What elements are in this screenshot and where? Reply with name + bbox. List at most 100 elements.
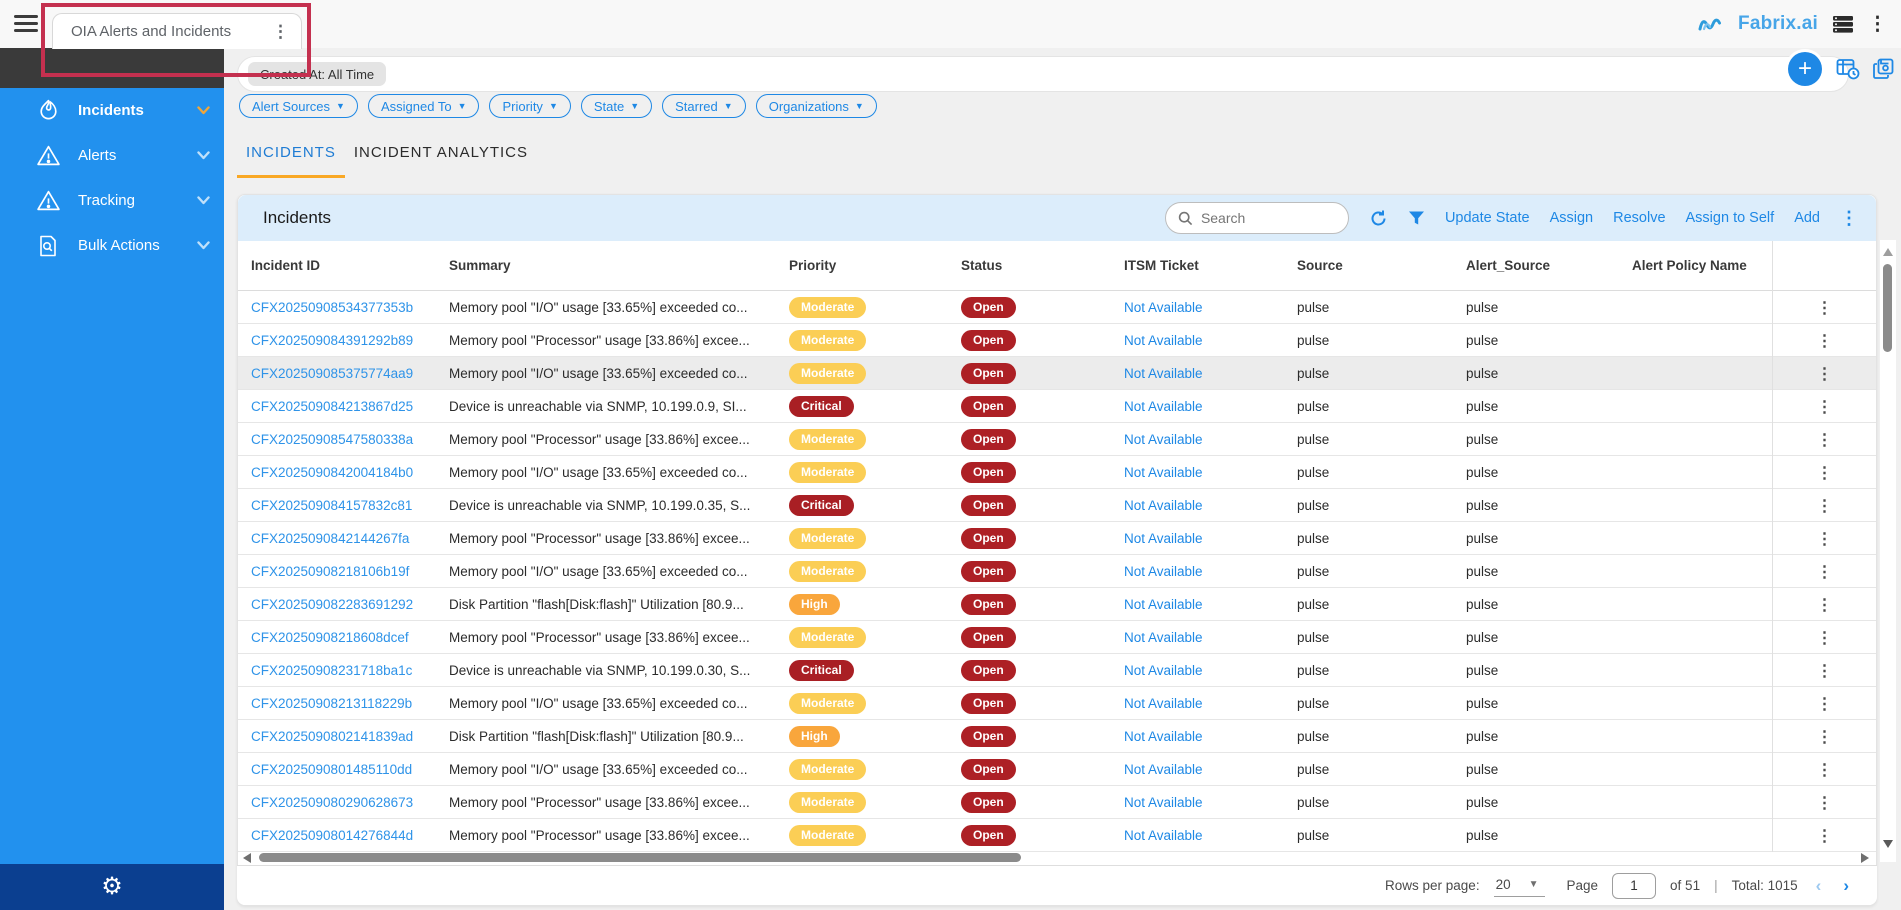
incident-id-link[interactable]: CFX20250908547580338a <box>251 432 413 447</box>
incident-id-link[interactable]: CFX2025090802141839ad <box>251 729 413 744</box>
search-input[interactable] <box>1165 202 1349 234</box>
chevron-down-icon[interactable] <box>197 102 210 120</box>
itsm-ticket-link[interactable]: Not Available <box>1124 300 1203 315</box>
row-kebab-icon[interactable]: ⋮ <box>1817 463 1833 483</box>
filter-chip-state[interactable]: State▼ <box>581 94 652 118</box>
incident-id-link[interactable]: CFX20250908218106b19f <box>251 564 409 579</box>
table-row[interactable]: CFX2025090802141839adDisk Partition "fla… <box>238 720 1876 753</box>
scroll-right-icon[interactable] <box>1861 853 1869 863</box>
itsm-ticket-link[interactable]: Not Available <box>1124 366 1203 381</box>
row-kebab-icon[interactable]: ⋮ <box>1817 727 1833 747</box>
itsm-ticket-link[interactable]: Not Available <box>1124 564 1203 579</box>
itsm-ticket-link[interactable]: Not Available <box>1124 432 1203 447</box>
incident-id-link[interactable]: CFX20250908534377353b <box>251 300 413 315</box>
vertical-scrollbar[interactable] <box>1880 240 1896 862</box>
row-kebab-icon[interactable]: ⋮ <box>1817 694 1833 714</box>
previous-page-icon[interactable]: ‹ <box>1812 876 1826 896</box>
incident-id-link[interactable]: CFX202509084391292b89 <box>251 333 413 348</box>
filter-chip-organizations[interactable]: Organizations▼ <box>756 94 877 118</box>
rows-per-page-select[interactable]: 20 ▼ <box>1494 875 1545 897</box>
itsm-ticket-link[interactable]: Not Available <box>1124 333 1203 348</box>
created-at-chip[interactable]: Created At: All Time <box>248 62 386 86</box>
itsm-ticket-link[interactable]: Not Available <box>1124 630 1203 645</box>
row-kebab-icon[interactable]: ⋮ <box>1817 826 1833 846</box>
sidebar-item-alerts[interactable]: Alerts <box>0 133 224 178</box>
itsm-ticket-link[interactable]: Not Available <box>1124 465 1203 480</box>
row-kebab-icon[interactable]: ⋮ <box>1817 661 1833 681</box>
itsm-ticket-link[interactable]: Not Available <box>1124 762 1203 777</box>
table-row[interactable]: CFX20250908218608dcefMemory pool "Proces… <box>238 621 1876 654</box>
itsm-ticket-link[interactable]: Not Available <box>1124 696 1203 711</box>
scroll-down-icon[interactable] <box>1883 840 1893 848</box>
table-row[interactable]: CFX202509084391292b89Memory pool "Proces… <box>238 324 1876 357</box>
row-kebab-icon[interactable]: ⋮ <box>1817 595 1833 615</box>
table-row[interactable]: CFX202509080290628673Memory pool "Proces… <box>238 786 1876 819</box>
server-icon[interactable] <box>1832 14 1854 34</box>
table-row[interactable]: CFX20250908213118229bMemory pool "I/O" u… <box>238 687 1876 720</box>
table-history-icon[interactable] <box>1836 58 1860 80</box>
sidebar-item-bulk-actions[interactable]: Bulk Actions <box>0 223 224 268</box>
filter-chip-alert-sources[interactable]: Alert Sources▼ <box>239 94 358 118</box>
table-row[interactable]: CFX2025090842004184b0Memory pool "I/O" u… <box>238 456 1876 489</box>
itsm-ticket-link[interactable]: Not Available <box>1124 795 1203 810</box>
row-kebab-icon[interactable]: ⋮ <box>1817 496 1833 516</box>
row-kebab-icon[interactable]: ⋮ <box>1817 562 1833 582</box>
table-row[interactable]: CFX202509084157832c81Device is unreachab… <box>238 489 1876 522</box>
scroll-up-icon[interactable] <box>1883 248 1893 256</box>
chevron-down-icon[interactable] <box>197 147 210 165</box>
row-kebab-icon[interactable]: ⋮ <box>1817 760 1833 780</box>
gear-icon[interactable]: ⚙ <box>101 875 123 899</box>
itsm-ticket-link[interactable]: Not Available <box>1124 828 1203 843</box>
table-row[interactable]: CFX20250908014276844dMemory pool "Proces… <box>238 819 1876 852</box>
incident-id-link[interactable]: CFX20250908218608dcef <box>251 630 409 645</box>
row-kebab-icon[interactable]: ⋮ <box>1817 529 1833 549</box>
horizontal-scroll-thumb[interactable] <box>259 853 1021 862</box>
row-kebab-icon[interactable]: ⋮ <box>1817 331 1833 351</box>
incident-id-link[interactable]: CFX202509085375774aa9 <box>251 366 413 381</box>
filter-chip-assigned-to[interactable]: Assigned To▼ <box>368 94 480 118</box>
browser-tab[interactable]: OIA Alerts and Incidents ⋮ <box>52 13 302 49</box>
table-row[interactable]: CFX202509084213867d25Device is unreachab… <box>238 390 1876 423</box>
sidebar-item-tracking[interactable]: Tracking <box>0 178 224 223</box>
incident-id-link[interactable]: CFX202509084213867d25 <box>251 399 413 414</box>
scroll-left-icon[interactable] <box>243 853 251 863</box>
search-field[interactable] <box>1201 210 1331 226</box>
incident-id-link[interactable]: CFX202509080290628673 <box>251 795 413 810</box>
row-kebab-icon[interactable]: ⋮ <box>1817 793 1833 813</box>
table-row[interactable]: CFX202509085375774aa9Memory pool "I/O" u… <box>238 357 1876 390</box>
sidebar-item-incidents[interactable]: Incidents <box>0 88 224 133</box>
assign-button[interactable]: Assign <box>1550 210 1594 226</box>
assign-to-self-button[interactable]: Assign to Self <box>1686 210 1775 226</box>
itsm-ticket-link[interactable]: Not Available <box>1124 597 1203 612</box>
incident-id-link[interactable]: CFX202509084157832c81 <box>251 498 412 513</box>
tab-incidents[interactable]: INCIDENTS <box>237 134 345 178</box>
row-kebab-icon[interactable]: ⋮ <box>1817 628 1833 648</box>
itsm-ticket-link[interactable]: Not Available <box>1124 663 1203 678</box>
hamburger-menu-icon[interactable] <box>14 15 38 33</box>
table-row[interactable]: CFX202509082283691292Disk Partition "fla… <box>238 588 1876 621</box>
table-row[interactable]: CFX2025090801485110ddMemory pool "I/O" u… <box>238 753 1876 786</box>
resolve-button[interactable]: Resolve <box>1613 210 1665 226</box>
itsm-ticket-link[interactable]: Not Available <box>1124 531 1203 546</box>
tab-incident-analytics[interactable]: INCIDENT ANALYTICS <box>345 134 537 178</box>
table-row[interactable]: CFX20250908534377353bMemory pool "I/O" u… <box>238 291 1876 324</box>
save-copy-icon[interactable] <box>1872 58 1896 80</box>
incident-id-link[interactable]: CFX20250908213118229b <box>251 696 412 711</box>
refresh-icon[interactable] <box>1369 209 1388 228</box>
incident-id-link[interactable]: CFX20250908231718ba1c <box>251 663 412 678</box>
incident-id-link[interactable]: CFX2025090842144267fa <box>251 531 409 546</box>
filter-chip-starred[interactable]: Starred▼ <box>662 94 746 118</box>
itsm-ticket-link[interactable]: Not Available <box>1124 729 1203 744</box>
incident-id-link[interactable]: CFX202509082283691292 <box>251 597 413 612</box>
topbar-kebab-icon[interactable]: ⋮ <box>1868 15 1887 34</box>
table-row[interactable]: CFX20250908547580338aMemory pool "Proces… <box>238 423 1876 456</box>
chevron-down-icon[interactable] <box>197 192 210 210</box>
row-kebab-icon[interactable]: ⋮ <box>1817 298 1833 318</box>
row-kebab-icon[interactable]: ⋮ <box>1817 364 1833 384</box>
table-row[interactable]: CFX2025090842144267faMemory pool "Proces… <box>238 522 1876 555</box>
next-page-icon[interactable]: › <box>1839 876 1853 896</box>
add-icon[interactable]: + <box>1788 52 1822 86</box>
add-button[interactable]: Add <box>1794 210 1820 226</box>
table-row[interactable]: CFX20250908218106b19fMemory pool "I/O" u… <box>238 555 1876 588</box>
itsm-ticket-link[interactable]: Not Available <box>1124 498 1203 513</box>
